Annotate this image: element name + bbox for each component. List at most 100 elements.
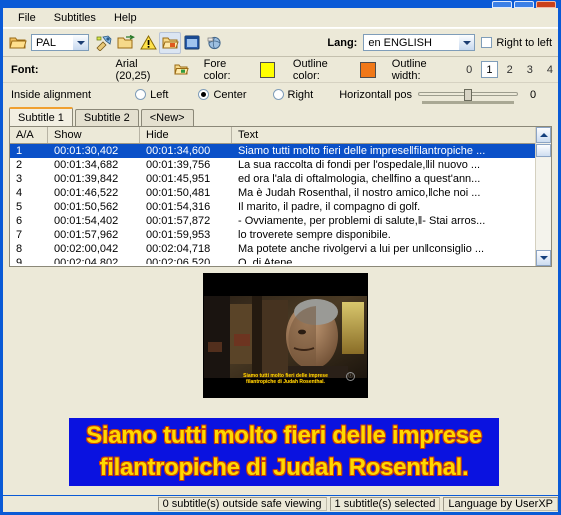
radio-right-indicator xyxy=(272,89,284,100)
slider-shadow xyxy=(421,100,514,104)
preview-line-2: filantropiche di Judah Rosenthal. xyxy=(99,454,469,481)
outline-color-swatch[interactable] xyxy=(360,61,376,78)
table-row[interactable]: 1 00:01:30,402 00:01:34,600 Siamo tutti mol… xyxy=(10,144,535,158)
language-value: en ENGLISH xyxy=(368,36,432,49)
align-right-label: Right xyxy=(287,88,314,101)
status-selected-count: 1 subtitle(s) selected xyxy=(329,497,441,511)
table-row[interactable]: 9 00:02:04,802 00:02:06,520 O, di Atene. xyxy=(10,256,535,264)
column-header-show[interactable]: Show xyxy=(48,127,140,143)
grid-vertical-scrollbar[interactable] xyxy=(535,127,551,266)
grid-header: A/A Show Hide Text xyxy=(10,127,535,144)
minimize-button[interactable] xyxy=(492,0,512,8)
inside-alignment-label: Inside alignment xyxy=(11,88,92,101)
lang-label: Lang: xyxy=(327,36,358,49)
table-row[interactable]: 2 00:01:34,682 00:01:39,756 La sua raccolta… xyxy=(10,158,535,172)
right-to-left-label: Right to left xyxy=(496,36,552,49)
align-left-radio[interactable]: Left xyxy=(135,89,168,101)
radio-left-indicator xyxy=(135,89,147,100)
font-value[interactable]: Arial (20,25) xyxy=(116,58,173,82)
table-row[interactable]: 4 00:01:46,522 00:01:50,481 Ma è Judah Rose… xyxy=(10,186,535,200)
cell-hide: 00:01:54,316 xyxy=(146,201,211,213)
grid-rows: 1 00:01:30,402 00:01:34,600 Siamo tutti mol… xyxy=(10,144,535,264)
align-left-label: Left xyxy=(150,88,169,101)
video-player[interactable]: Siamo tutti molto fieri delle imprese fi… xyxy=(203,273,368,398)
subtitle-preview-band[interactable]: Siamo tutti molto fieri delle imprese fi… xyxy=(69,418,499,486)
table-row[interactable]: 8 00:02:00,042 00:02:04,718 Ma potete anche… xyxy=(10,242,535,256)
align-right-radio[interactable]: Right xyxy=(272,88,314,101)
scroll-down-button[interactable] xyxy=(536,250,551,266)
cell-text: - Ovviamente, per problemi di salute,‖- … xyxy=(238,215,486,227)
cell-aa: 3 xyxy=(16,173,23,185)
open-folder-icon[interactable] xyxy=(7,32,29,54)
save-folder-icon[interactable] xyxy=(159,31,181,54)
right-to-left-checkbox[interactable] xyxy=(481,37,493,48)
cell-show: 00:02:04,802 xyxy=(54,257,119,264)
cell-text: Il marito, il padre, il compagno di golf… xyxy=(238,201,421,213)
close-button[interactable] xyxy=(536,0,556,8)
cell-text: Ma potete anche rivolgervi a lui per un‖… xyxy=(238,243,485,255)
export-folder-icon[interactable] xyxy=(115,32,137,54)
tab-new[interactable]: <New> xyxy=(140,109,194,126)
slider-thumb[interactable] xyxy=(463,88,472,101)
cell-text: Siamo tutti molto fieri delle imprese‖fi… xyxy=(238,145,486,157)
font-row: Font: Arial (20,25) Fore color: Outline … xyxy=(3,57,558,83)
cell-hide: 00:01:57,872 xyxy=(146,215,211,227)
tab-subtitle-2[interactable]: Subtitle 2 xyxy=(74,109,139,126)
menu-subtitles[interactable]: Subtitles xyxy=(45,11,105,25)
outline-width-2[interactable]: 2 xyxy=(502,61,518,78)
column-header-text[interactable]: Text xyxy=(232,127,535,143)
horizontal-pos-slider[interactable] xyxy=(417,88,518,104)
table-row[interactable]: 7 00:01:57,962 00:01:59,953 lo troverete se… xyxy=(10,228,535,242)
column-header-hide[interactable]: Hide xyxy=(140,127,232,143)
outline-width-1[interactable]: 1 xyxy=(481,61,498,78)
title-bar xyxy=(3,0,558,8)
warning-icon[interactable] xyxy=(137,32,159,54)
framerate-combo[interactable]: PAL xyxy=(31,34,89,51)
menu-file[interactable]: File xyxy=(9,11,45,25)
scrollbar-thumb[interactable] xyxy=(536,144,551,157)
cell-hide: 00:01:50,481 xyxy=(146,187,211,199)
maximize-button[interactable] xyxy=(514,0,534,8)
language-combo[interactable]: en ENGLISH xyxy=(363,34,476,51)
scroll-up-button[interactable] xyxy=(536,127,551,143)
cell-aa: 9 xyxy=(16,257,23,264)
video-watermark-icon: ⓘ xyxy=(346,372,355,381)
font-label: Font: xyxy=(11,63,39,76)
align-center-radio[interactable]: Center xyxy=(198,88,247,101)
cell-aa: 2 xyxy=(16,159,23,171)
cell-aa: 8 xyxy=(16,243,23,255)
table-row[interactable]: 3 00:01:39,842 00:01:45,951 ed ora l'ala di… xyxy=(10,172,535,186)
horizontal-pos-label: Horizontall pos xyxy=(339,88,412,101)
window-icon[interactable] xyxy=(181,32,203,54)
cell-aa: 4 xyxy=(16,187,23,199)
globe-icon[interactable] xyxy=(203,32,225,54)
chevron-down-icon[interactable] xyxy=(458,35,475,50)
cell-hide: 00:01:59,953 xyxy=(146,229,211,241)
cell-show: 00:01:30,402 xyxy=(54,145,119,157)
outline-width-4[interactable]: 4 xyxy=(542,61,558,78)
table-row[interactable]: 5 00:01:50,562 00:01:54,316 Il marito, il p… xyxy=(10,200,535,214)
cell-text: Ma è Judah Rosenthal, il nostro amico,‖c… xyxy=(238,187,481,199)
alignment-row: Inside alignment Left Center Right Horiz… xyxy=(3,83,558,106)
align-center-label: Center xyxy=(213,88,247,101)
cell-hide: 00:02:06,520 xyxy=(146,257,211,264)
chevron-down-icon[interactable] xyxy=(72,35,88,50)
menu-help[interactable]: Help xyxy=(105,11,146,25)
font-folder-icon[interactable] xyxy=(173,59,190,81)
menu-bar: File Subtitles Help xyxy=(3,8,558,28)
tools-icon[interactable] xyxy=(93,32,115,54)
outline-width-3[interactable]: 3 xyxy=(522,61,538,78)
cell-aa: 5 xyxy=(16,201,23,213)
fore-color-label: Fore color: xyxy=(203,57,231,82)
outline-width-0[interactable]: 0 xyxy=(461,61,477,78)
application-window: File Subtitles Help PAL Lang: en ENGLISH… xyxy=(0,0,561,515)
scrollbar-track[interactable] xyxy=(536,158,551,250)
horizontal-pos-value: 0 xyxy=(529,88,537,101)
table-row[interactable]: 6 00:01:54,402 00:01:57,872 - Ovviamente, p… xyxy=(10,214,535,228)
column-header-aa[interactable]: A/A xyxy=(10,127,48,143)
tab-subtitle-1[interactable]: Subtitle 1 xyxy=(9,107,73,126)
radio-center-indicator xyxy=(198,89,210,100)
cell-hide: 00:01:39,756 xyxy=(146,159,211,171)
fore-color-swatch[interactable] xyxy=(259,61,275,78)
main-toolbar: PAL Lang: en ENGLISH Right to left xyxy=(3,28,558,57)
